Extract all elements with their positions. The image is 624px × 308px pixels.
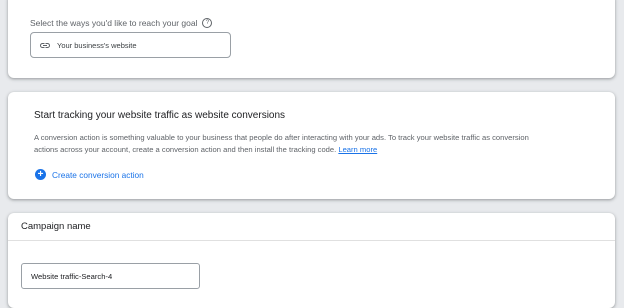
tracking-description-text: A conversion action is something valuabl… — [34, 133, 529, 154]
website-option-chip[interactable]: Your business's website — [30, 32, 231, 58]
conversion-tracking-card: Start tracking your website traffic as w… — [8, 92, 615, 199]
help-circle-icon[interactable]: ? — [202, 18, 213, 28]
tracking-description: A conversion action is something valuabl… — [34, 132, 554, 156]
campaign-name-title: Campaign name — [21, 221, 91, 232]
campaign-name-header: Campaign name — [8, 213, 615, 241]
reach-goal-label-row: Select the ways you'd like to reach your… — [30, 18, 213, 28]
website-option-label: Your business's website — [57, 40, 137, 50]
tracking-title: Start tracking your website traffic as w… — [34, 110, 286, 121]
campaign-name-card: Campaign name — [8, 213, 615, 308]
add-circle-icon: + — [35, 169, 46, 180]
reach-goal-label: Select the ways you'd like to reach your… — [30, 18, 198, 28]
reach-goal-card: Select the ways you'd like to reach your… — [8, 0, 615, 78]
campaign-name-input[interactable] — [21, 263, 200, 289]
learn-more-link[interactable]: Learn more — [338, 145, 377, 154]
create-conversion-action-button[interactable]: + Create conversion action — [35, 169, 144, 180]
create-conversion-action-label: Create conversion action — [52, 169, 144, 180]
link-icon — [40, 42, 50, 48]
